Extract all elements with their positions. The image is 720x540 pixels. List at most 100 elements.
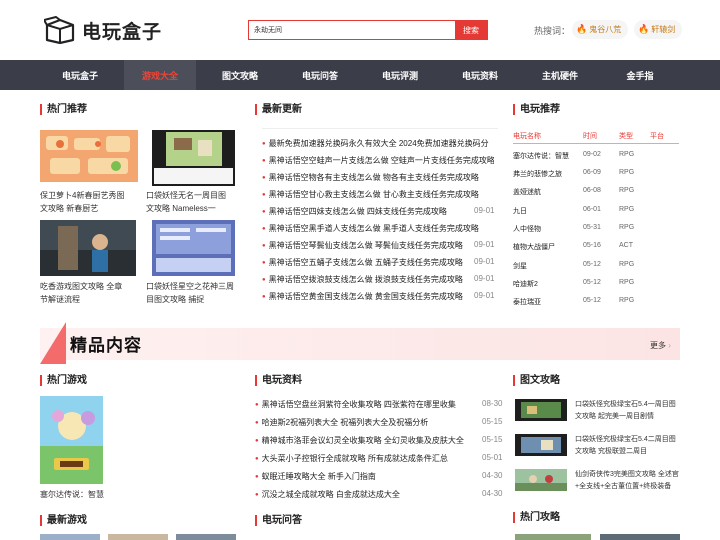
news-item[interactable]: ● 黑神话悟空琴鬓仙支线怎么做 琴鬓仙支线任务完成攻略 (262, 240, 472, 251)
news-item[interactable]: ● 精神城市洛菲会议幻灵全收集攻略 全幻灵收集及皮肤大全 (255, 435, 475, 446)
main-nav: 电玩盒子 游戏大全 图文攻略 电玩问答 电玩评测 电玩资料 主机硬件 金手指 (0, 60, 720, 90)
news-title: 黑神话悟空空蛙声一片支线怎么做 空蛙声一片支线任务完成攻略 (268, 156, 494, 165)
thumbnail-guide[interactable] (515, 434, 567, 456)
news-item[interactable]: ● 黑神话悟空空蛙声一片支线怎么做 空蛙声一片支线任务完成攻略 (262, 155, 494, 166)
news-title: 蚁眠迁睡攻略大全 新手入门指南 (261, 472, 376, 481)
news-item[interactable]: ● 黑神话悟空盘丝洞紫符全收集攻略 四张紫符在哪里收集 (255, 399, 475, 410)
thumbnail-caption[interactable]: 口袋妖怪究极绿宝石5.4一周目图 文攻略 起完美一周目剧情 (575, 399, 681, 423)
more-link[interactable]: 更多 › (650, 340, 671, 351)
thumbnail-partial[interactable] (176, 534, 236, 540)
table-row[interactable]: 泰拉瑞亚 05-12 RPG (513, 296, 679, 314)
banner-title: 精品内容 (70, 336, 142, 355)
thumbnail-guide[interactable] (515, 469, 567, 491)
news-title: 黑神话悟空甘心救主支线怎么做 甘心救主支线任务完成攻略 (268, 190, 479, 199)
thumbnail-caption[interactable]: 吃香游戏图文攻略 全章 节解谜流程 (40, 280, 138, 306)
bullet-icon: ● (255, 492, 259, 498)
search-bar: 搜索 (248, 20, 488, 40)
table-header: 电玩名称 时间 类型 平台 (513, 130, 679, 144)
bullet-icon: ● (262, 294, 266, 300)
table-row[interactable]: 哈迪斯2 05-12 RPG (513, 278, 679, 296)
thumbnail-pokemon-nameless[interactable] (152, 130, 235, 186)
table-row[interactable]: 剑星 05-12 RPG (513, 260, 679, 278)
caption-line: 目图文攻略 捕捉 (146, 295, 205, 304)
thumbnail-zelda-cover[interactable] (40, 396, 103, 484)
hot-tag[interactable]: 🔥 鬼谷八荒 (572, 20, 629, 39)
game-name: 哈迪斯2 (513, 281, 538, 288)
thumbnail-partial[interactable] (40, 534, 100, 540)
column-header: 平台 (650, 133, 664, 140)
logo-text: 电玩盒子 (82, 21, 163, 43)
search-input[interactable] (249, 21, 455, 39)
bullet-icon: ● (262, 175, 266, 181)
news-item[interactable]: ● 黑神话悟空拨浪鼓支线怎么做 拨浪鼓支线任务完成攻略 (262, 274, 472, 285)
table-row[interactable]: 塞尔达传说：智慧 09-02 RPG (513, 150, 679, 168)
thumbnail-caption[interactable]: 口袋妖怪无名一周目图 文攻略 Nameless一 (146, 189, 242, 215)
news-item[interactable]: ● 黑神话悟空黑手道人支线怎么做 黑手道人支线任务完成攻略 (262, 223, 494, 234)
news-title: 沉没之城全成就攻略 白金成就达成大全 (261, 490, 400, 499)
section-title-guides: 图文攻略 (513, 375, 560, 386)
search-button[interactable]: 搜索 (455, 21, 487, 39)
game-date: 05-31 (583, 224, 601, 231)
thumbnail-caption[interactable]: 保卫萝卜4新春厨艺秀图 文攻略 新春厨艺 (40, 189, 138, 215)
table-row[interactable]: 九日 06-01 RPG (513, 205, 679, 223)
flame-icon: 🔥 (638, 24, 650, 34)
column-header: 时间 (583, 133, 597, 140)
nav-item[interactable]: 主机硬件 (524, 60, 596, 90)
hot-tag-label: 轩辕剑 (651, 25, 676, 34)
news-item[interactable]: ● 黑神话悟空物各有主支线怎么做 物各有主支线任务完成攻略 (262, 172, 494, 183)
thumbnail-incense-game[interactable] (40, 220, 136, 276)
thumbnail-guide[interactable] (515, 399, 567, 421)
game-name: 泰拉瑞亚 (513, 299, 541, 306)
thumbnail-caption[interactable]: 仙剑奇侠传3完美图文攻略 全述官 +全支线+全古董位置+终极装备 (575, 469, 681, 493)
nav-item[interactable]: 电玩问答 (284, 60, 356, 90)
thumbnail-pokemon-starflower[interactable] (152, 220, 235, 276)
news-date: 09-01 (474, 257, 495, 266)
thumbnail-caption[interactable]: 塞尔达传说：智慧 (40, 489, 104, 500)
thumbnail-caption[interactable]: 口袋妖怪星空之花神三周 目图文攻略 捕捉 (146, 280, 242, 306)
news-item[interactable]: ● 黑神话悟空五蛹子支线怎么做 五蛹子支线任务完成攻略 (262, 257, 472, 268)
nav-item[interactable]: 电玩盒子 (44, 60, 116, 90)
nav-item[interactable]: 图文攻略 (204, 60, 276, 90)
news-title: 黑神话悟空盘丝洞紫符全收集攻略 四张紫符在哪里收集 (261, 400, 456, 409)
news-date: 09-01 (474, 206, 495, 215)
news-item[interactable]: ● 最新免费加速器兑换码永久有效大全 2024免费加速器兑换码分 (262, 138, 494, 149)
news-item[interactable]: ● 沉没之城全成就攻略 白金成就达成大全 (255, 489, 475, 500)
game-type: RPG (619, 206, 635, 213)
nav-item[interactable]: 电玩资料 (444, 60, 516, 90)
news-title: 黑神话悟空琴鬓仙支线怎么做 琴鬓仙支线任务完成攻略 (268, 241, 463, 250)
thumbnail-caption[interactable]: 口袋妖怪究极绿宝石5.4二周目图 文攻略 究极联盟二周目 (575, 434, 681, 458)
game-name: 人中怪物 (513, 226, 541, 233)
divider (262, 128, 498, 129)
caption-line: 节解谜流程 (40, 295, 80, 304)
thumbnail-partial[interactable] (515, 534, 591, 540)
column-header: 电玩名称 (513, 133, 541, 140)
news-date: 05-15 (482, 435, 503, 444)
thumbnail-partial[interactable] (108, 534, 168, 540)
news-item[interactable]: ● 蚁眠迁睡攻略大全 新手入门指南 (255, 471, 475, 482)
bullet-icon: ● (262, 141, 266, 147)
nav-item[interactable]: 金手指 (604, 60, 676, 90)
news-item[interactable]: ● 黑神话悟空四妹支线怎么做 四妹支线任务完成攻略 (262, 206, 472, 217)
game-name: 弗兰的悲惨之旅 (513, 171, 562, 178)
news-item[interactable]: ● 黑神话悟空甘心救主支线怎么做 甘心救主支线任务完成攻略 (262, 189, 494, 200)
thumbnail-partial[interactable] (600, 534, 680, 540)
bullet-icon: ● (255, 402, 259, 408)
bullet-icon: ● (262, 277, 266, 283)
site-logo[interactable]: 电玩盒子 (43, 16, 163, 45)
bullet-icon: ● (255, 420, 259, 426)
news-item[interactable]: ● 哈迪斯2祝福列表大全 祝福列表大全及祝福分析 (255, 417, 475, 428)
news-title: 最新免费加速器兑换码永久有效大全 2024免费加速器兑换码分 (268, 139, 489, 148)
game-date: 06-08 (583, 187, 601, 194)
table-row[interactable]: 植物大战僵尸 05-16 ACT (513, 241, 679, 259)
thumbnail-carrot-game[interactable] (40, 130, 138, 182)
hot-tag[interactable]: 🔥 轩辕剑 (634, 20, 683, 39)
table-row[interactable]: 弗兰的悲惨之旅 06-09 RPG (513, 168, 679, 186)
nav-item-active[interactable]: 游戏大全 (124, 60, 196, 90)
table-row[interactable]: 盖娅迷航 06-08 RPG (513, 186, 679, 204)
news-item[interactable]: ● 黑神话悟空黄金国支线怎么做 黄金国支线任务完成攻略 (262, 291, 472, 302)
section-title-hot-games: 热门游戏 (40, 375, 87, 386)
news-date: 05-15 (482, 417, 503, 426)
nav-item[interactable]: 电玩评测 (364, 60, 436, 90)
table-row[interactable]: 人中怪物 05-31 RPG (513, 223, 679, 241)
news-item[interactable]: ● 大头菜小子控银行全成就攻略 所有成就达成条件汇总 (255, 453, 475, 464)
